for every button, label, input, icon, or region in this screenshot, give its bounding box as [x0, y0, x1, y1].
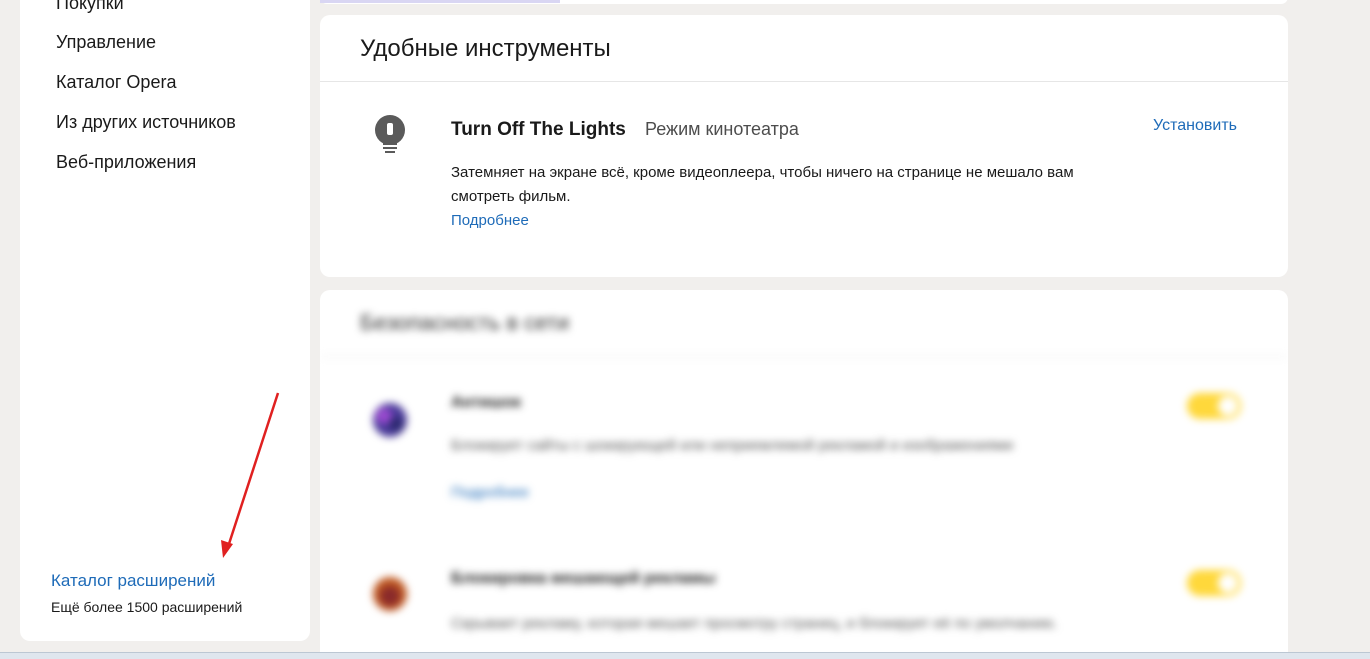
- tools-card: Удобные инструменты Turn Off The Lights …: [320, 15, 1288, 277]
- extension-name: Блокировка мешающей рекламы: [451, 570, 716, 587]
- sidebar-item-management[interactable]: Управление: [56, 32, 156, 53]
- tools-card-title: Удобные инструменты: [360, 35, 611, 62]
- sidebar-item-other-sources[interactable]: Из других источников: [56, 112, 236, 133]
- extension-name: Turn Off The Lights: [451, 119, 626, 140]
- sidebar-item-purchases[interactable]: Покупки: [56, 0, 124, 14]
- extension-description: Затемняет на экране всё, кроме видеоплее…: [451, 164, 1074, 205]
- previous-card-accent: [320, 0, 560, 3]
- sidebar-item-web-apps[interactable]: Веб-приложения: [56, 152, 196, 173]
- notification-blocker-icon: [373, 577, 407, 611]
- security-card-title: Безопасность в сети: [360, 310, 570, 335]
- extensions-catalog-link[interactable]: Каталог расширений: [51, 571, 215, 591]
- more-link[interactable]: Подробнее: [451, 484, 529, 501]
- sidebar-item-opera-catalog[interactable]: Каталог Opera: [56, 72, 176, 93]
- annotation-arrow-icon: [221, 392, 280, 558]
- extension-toggle[interactable]: [1187, 570, 1241, 596]
- install-button[interactable]: Установить: [1153, 117, 1237, 135]
- lightbulb-icon: [375, 115, 405, 153]
- divider: [320, 81, 1288, 82]
- extension-toggle[interactable]: [1187, 393, 1241, 419]
- extension-subtitle: Режим кинотеатра: [645, 119, 799, 139]
- extension-description: Блокирует сайты с шокирующей или неприем…: [451, 437, 1014, 454]
- extension-name: Антишок: [451, 394, 522, 411]
- extensions-catalog-subtitle: Ещё более 1500 расширений: [51, 599, 243, 615]
- more-link[interactable]: Подробнее: [451, 212, 529, 229]
- security-card: Безопасность в сети Антишок Блокирует са…: [320, 290, 1288, 659]
- antishock-icon: [373, 403, 407, 437]
- extension-description: Скрывает рекламу, которая мешает просмот…: [451, 615, 1058, 632]
- window-bottom-bar: [0, 652, 1370, 659]
- divider: [320, 356, 1288, 357]
